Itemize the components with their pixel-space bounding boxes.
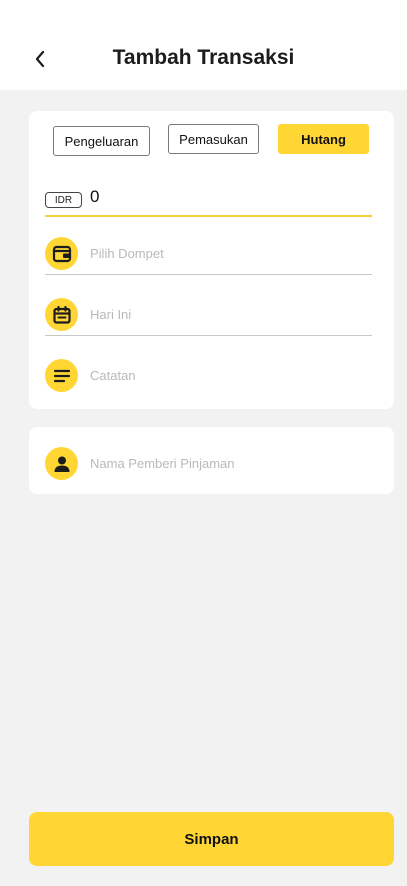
tab-pemasukan[interactable]: Pemasukan — [168, 124, 259, 154]
lender-field[interactable]: Nama Pemberi Pinjaman — [45, 445, 372, 485]
tab-pengeluaran[interactable]: Pengeluaran — [53, 126, 150, 156]
note-field[interactable]: Catatan — [45, 357, 372, 393]
notes-icon — [45, 359, 78, 392]
amount-input[interactable]: IDR 0 — [45, 187, 372, 217]
date-field[interactable]: Hari Ini — [45, 296, 372, 336]
lender-placeholder: Nama Pemberi Pinjaman — [90, 456, 235, 471]
wallet-placeholder: Pilih Dompet — [90, 246, 164, 261]
lender-card: Nama Pemberi Pinjaman — [29, 427, 394, 494]
top-bar: Tambah Transaksi — [0, 0, 407, 90]
person-icon — [45, 447, 78, 480]
currency-badge: IDR — [45, 192, 82, 208]
calendar-icon — [45, 298, 78, 331]
wallet-field[interactable]: Pilih Dompet — [45, 235, 372, 275]
wallet-icon — [45, 237, 78, 270]
page-title: Tambah Transaksi — [112, 46, 295, 69]
note-placeholder: Catatan — [90, 368, 136, 383]
amount-value: 0 — [90, 187, 100, 206]
save-button[interactable]: Simpan — [29, 812, 394, 866]
transaction-form-card: Pengeluaran Pemasukan Hutang IDR 0 Pilih… — [29, 111, 394, 409]
tab-hutang[interactable]: Hutang — [278, 124, 369, 154]
date-placeholder: Hari Ini — [90, 307, 132, 322]
